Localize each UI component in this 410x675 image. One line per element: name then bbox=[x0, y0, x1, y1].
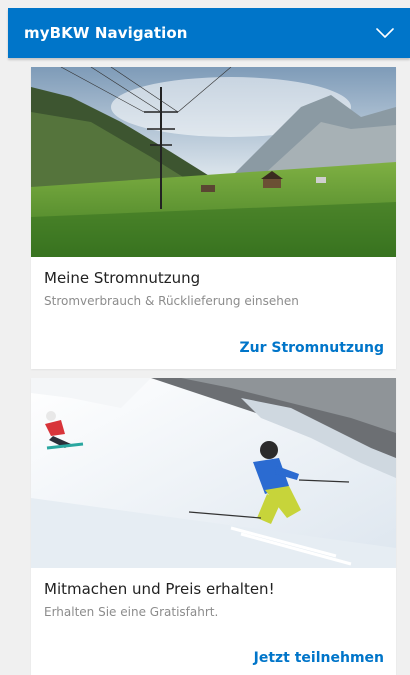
jetzt-teilnehmen-link[interactable]: Jetzt teilnehmen bbox=[254, 650, 384, 666]
card-subtitle: Erhalten Sie eine Gratisfahrt. bbox=[44, 605, 219, 619]
card-title: Meine Stromnutzung bbox=[44, 269, 201, 287]
chevron-down-icon[interactable] bbox=[376, 27, 394, 39]
power-line-landscape-image bbox=[31, 67, 396, 257]
navigation-header[interactable]: myBKW Navigation bbox=[8, 8, 410, 58]
navigation-title: myBKW Navigation bbox=[24, 24, 188, 42]
card-body: Mitmachen und Preis erhalten! Erhalten S… bbox=[31, 568, 396, 619]
card-title: Mitmachen und Preis erhalten! bbox=[44, 580, 275, 598]
skiers-on-slope-image bbox=[31, 378, 396, 568]
gewinnspiel-card[interactable]: Mitmachen und Preis erhalten! Erhalten S… bbox=[31, 378, 396, 675]
stromnutzung-card[interactable]: Meine Stromnutzung Stromverbrauch & Rück… bbox=[31, 67, 396, 369]
page: myBKW Navigation Meine Stromnutzung Stro… bbox=[0, 0, 410, 675]
zur-stromnutzung-link[interactable]: Zur Stromnutzung bbox=[239, 340, 384, 356]
card-subtitle: Stromverbrauch & Rücklieferung einsehen bbox=[44, 294, 299, 308]
card-body: Meine Stromnutzung Stromverbrauch & Rück… bbox=[31, 257, 396, 308]
